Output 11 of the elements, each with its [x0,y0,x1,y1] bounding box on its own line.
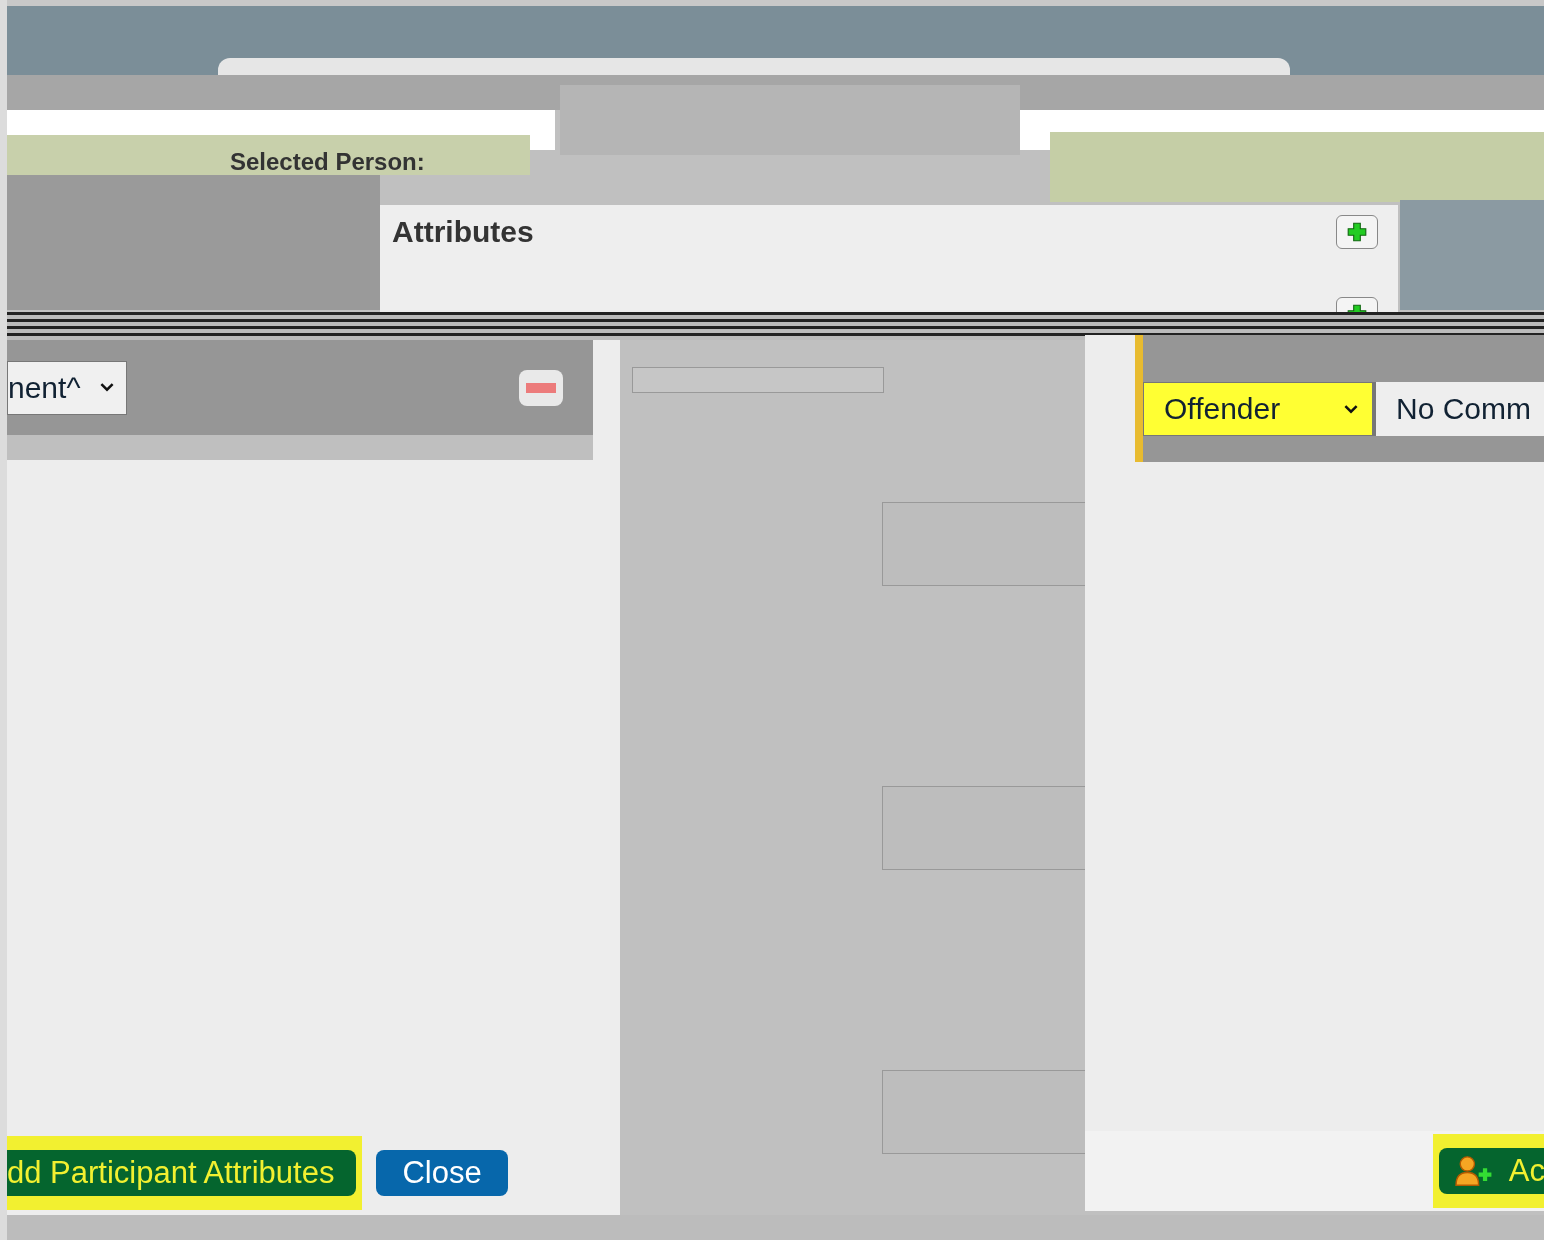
dropdown[interactable]: nent^ [7,360,128,415]
close-button[interactable]: Close [376,1149,508,1196]
chevron-down-icon [1344,404,1358,414]
attributes-title: Attributes [392,215,534,249]
chevron-down-icon [100,383,115,392]
selected-person-label: Selected Person: [230,148,425,175]
add-icon[interactable] [1336,215,1378,249]
add-participant-attributes-button[interactable]: dd Participant Attributes [7,1149,357,1196]
role-dropdown[interactable]: Offender [1143,382,1373,436]
comment-field[interactable]: No Comm [1373,382,1544,436]
add-button[interactable]: Ac [1438,1148,1544,1194]
